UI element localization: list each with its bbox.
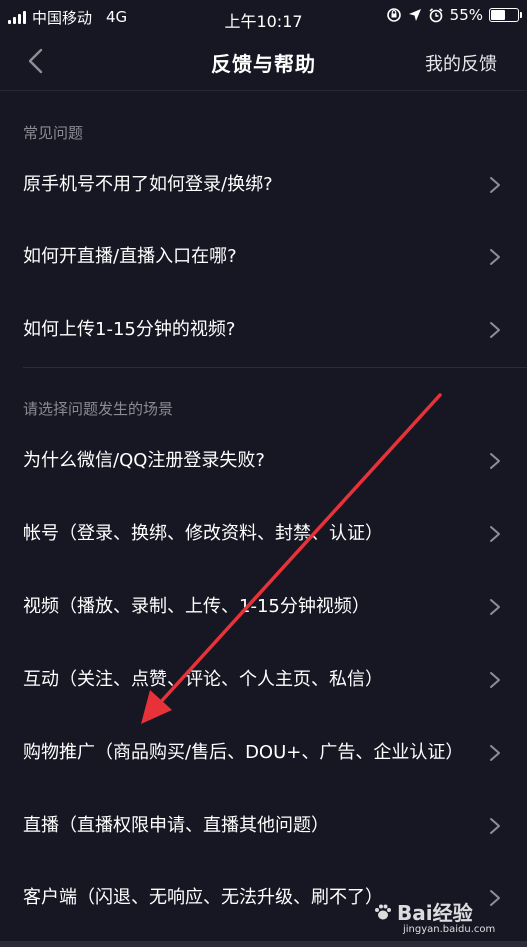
faq-item[interactable]: 如何上传1-15分钟的视频? [0,300,527,360]
scene-item-label: 为什么微信/QQ注册登录失败? [23,450,265,471]
chevron-right-icon [490,322,500,338]
scene-item-label: 帐号（登录、换绑、修改资料、封禁、认证） [23,523,383,544]
faq-item[interactable]: 如何开直播/直播入口在哪? [0,227,527,287]
battery-percent: 55% [449,6,483,24]
navigation-bar: 反馈与帮助 我的反馈 [0,34,527,91]
scene-section-header: 请选择问题发生的场景 [23,400,174,418]
chevron-right-icon [490,599,500,615]
chevron-right-icon [490,453,500,469]
scene-item[interactable]: 直播（直播权限申请、直播其他问题） [0,796,527,856]
page-title: 反馈与帮助 [211,51,316,76]
scene-item-label: 视频（播放、录制、上传、1-15分钟视频） [23,596,370,617]
watermark-url: jingyan.baidu.com [403,924,496,935]
location-icon [408,9,421,21]
scene-item[interactable]: 帐号（登录、换绑、修改资料、封禁、认证） [0,504,527,564]
screen-bottom-edge [0,941,527,947]
scene-item-label: 直播（直播权限申请、直播其他问题） [23,815,329,836]
scene-item-label: 购物推广（商品购买/售后、DOU+、广告、企业认证） [23,742,464,763]
scene-item[interactable]: 视频（播放、录制、上传、1-15分钟视频） [0,577,527,637]
chevron-left-icon [28,48,43,74]
faq-item-label: 如何上传1-15分钟的视频? [23,319,236,340]
scene-item[interactable]: 为什么微信/QQ注册登录失败? [0,431,527,491]
scene-item[interactable]: 购物推广（商品购买/售后、DOU+、广告、企业认证） [0,720,527,786]
my-feedback-link[interactable]: 我的反馈 [425,50,497,76]
faq-section-header: 常见问题 [23,124,84,142]
chevron-right-icon [490,526,500,542]
faq-item-label: 如何开直播/直播入口在哪? [23,246,237,267]
scene-item[interactable]: 互动（关注、点赞、评论、个人主页、私信） [0,650,527,710]
back-button[interactable] [18,44,52,78]
baidu-jingyan-watermark: Bai经验 jingyan.baidu.com [373,897,513,941]
scene-item-label: 互动（关注、点赞、评论、个人主页、私信） [23,669,383,690]
battery-level-fill [491,10,505,20]
rotation-lock-icon [386,8,401,22]
alarm-icon [429,8,443,23]
baidu-paw-icon [375,904,391,919]
chevron-right-icon [490,177,500,193]
chevron-right-icon [490,249,500,265]
status-bar: 中国移动 4G 上午10:17 55% [0,0,527,34]
faq-item-label: 原手机号不用了如何登录/换绑? [23,174,273,195]
faq-item[interactable]: 原手机号不用了如何登录/换绑? [0,155,527,215]
chevron-right-icon [490,818,500,834]
chevron-right-icon [490,672,500,688]
chevron-right-icon [490,745,500,761]
battery-icon [489,8,522,22]
status-icons: 55% [386,6,522,24]
section-divider [23,367,527,368]
watermark-brand: Bai经验 [397,901,473,925]
